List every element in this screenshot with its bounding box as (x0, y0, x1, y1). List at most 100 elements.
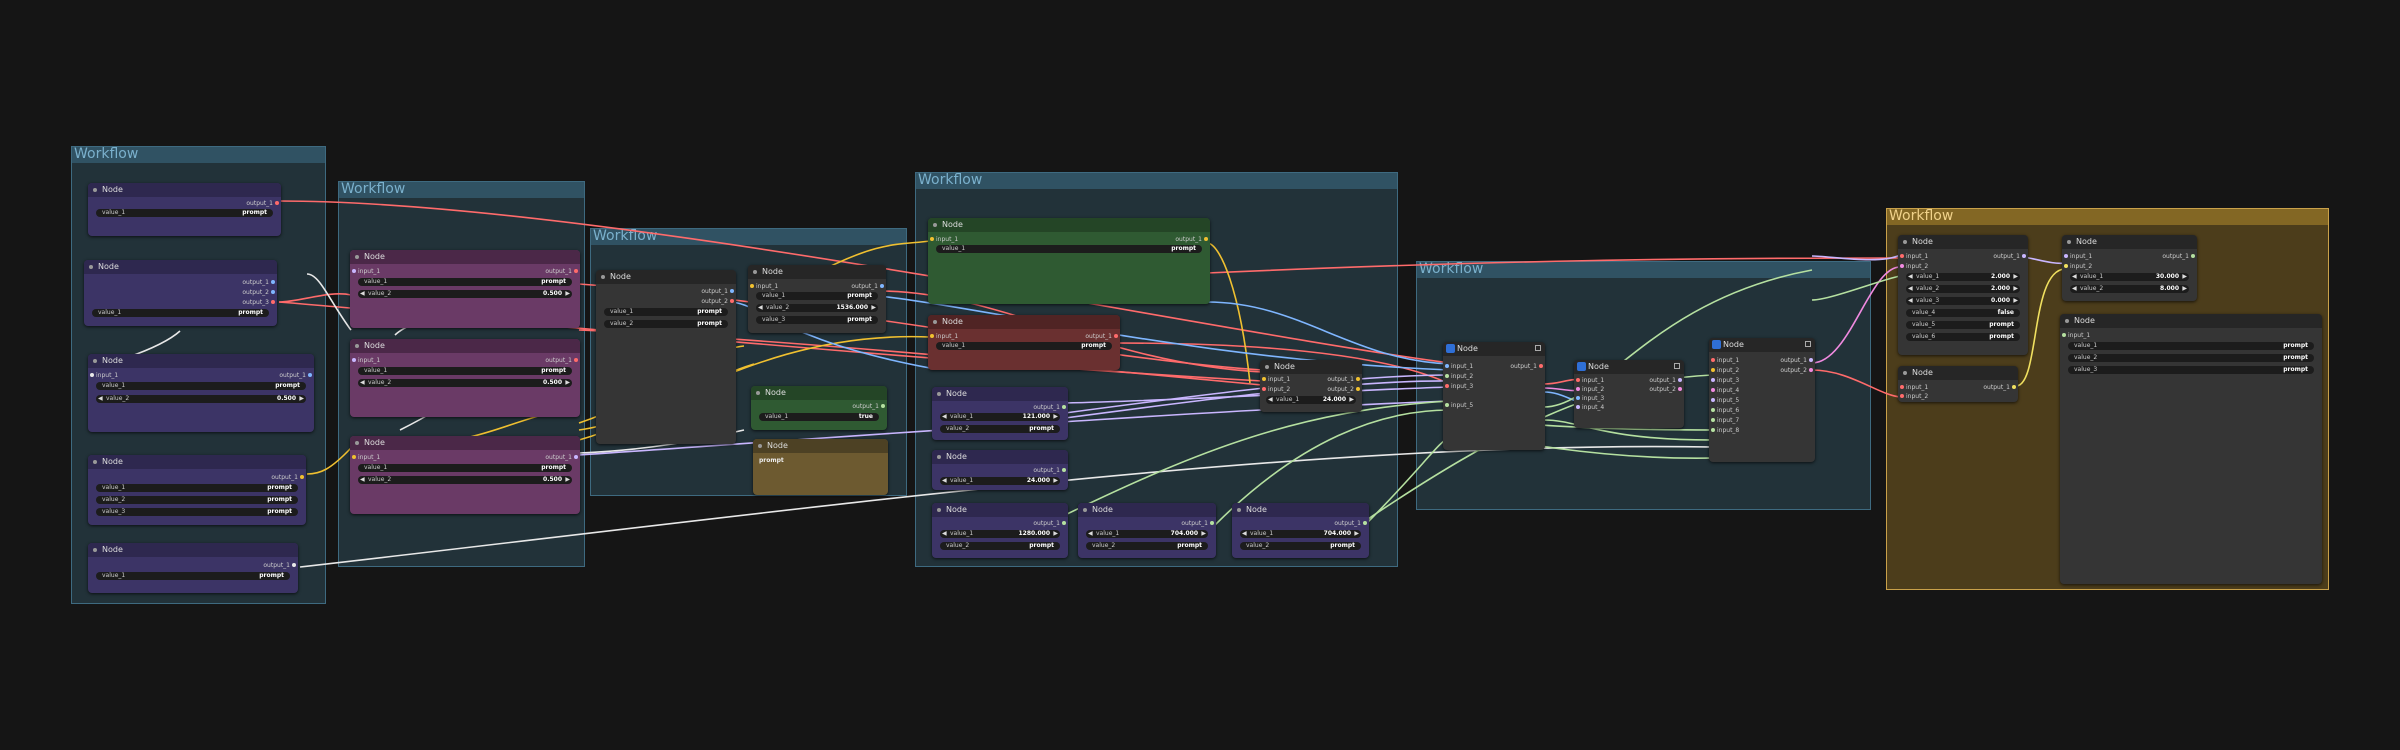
input-slot-4[interactable]: input_4 (1576, 404, 1604, 411)
node-g1-3[interactable]: Node input_1 output_1 value_1prompt valu… (88, 354, 314, 432)
text-widget[interactable]: value_2 prompt (604, 320, 728, 328)
node-g2-2[interactable]: Node input_1 output_1 value_1prompt valu… (350, 339, 580, 417)
input-slot-1[interactable]: input_1 (352, 357, 380, 364)
output-slot-1[interactable]: output_1 (1327, 376, 1360, 383)
node-g4-red[interactable]: Node input_1 output_1 value_1 prompt (928, 315, 1120, 370)
text-widget[interactable]: value_2 prompt (1240, 542, 1361, 550)
output-slot-1[interactable]: output_1 (279, 372, 312, 379)
input-slot-5[interactable]: input_5 (1445, 402, 1473, 409)
node-g6-1[interactable]: Node input_1 input_2 output_1 value_12.0… (1898, 235, 2028, 355)
input-slot-2[interactable]: input_2 (1576, 386, 1604, 393)
number-widget[interactable]: value_124.000 (940, 477, 1060, 485)
number-widget[interactable]: value_11280.000 (940, 530, 1060, 538)
output-slot-1[interactable]: output_1 (852, 403, 885, 410)
output-slot-1[interactable]: output_1 (242, 279, 275, 286)
collapse-checkbox-icon[interactable] (1674, 363, 1680, 369)
output-slot-1[interactable]: output_1 (545, 357, 578, 364)
node-title[interactable]: Node (88, 543, 298, 557)
node-title[interactable]: Node (928, 218, 1210, 232)
text-widget[interactable]: value_1 prompt (936, 245, 1202, 253)
group-title-bar[interactable] (916, 173, 1397, 189)
input-slot-2[interactable]: input_2 (1445, 373, 1473, 380)
input-slot-6[interactable]: input_6 (1711, 407, 1739, 414)
text-widget[interactable]: value_2 prompt (2068, 354, 2314, 362)
node-title[interactable]: Node (1898, 235, 2028, 249)
text-widget[interactable]: value_5 prompt (1906, 321, 2020, 329)
node-g4-b2[interactable]: Node output_1 value_1704.000 value_2prom… (1078, 503, 1216, 558)
input-slot-3[interactable]: input_3 (1711, 377, 1739, 384)
node-g5-2[interactable]: Node input_1 input_2 input_3 input_4 out… (1574, 360, 1684, 428)
text-widget[interactable]: value_2 prompt (940, 425, 1060, 433)
group-title-bar[interactable] (1417, 262, 1870, 278)
output-slot-1[interactable]: output_1 (1649, 377, 1682, 384)
text-widget[interactable]: value_2 prompt (96, 496, 298, 504)
output-slot-1[interactable]: output_1 (1334, 520, 1367, 527)
output-slot-1[interactable]: output_1 (545, 268, 578, 275)
input-slot-1[interactable]: input_1 (930, 333, 958, 340)
input-slot-2[interactable]: input_2 (2064, 263, 2092, 270)
node-g3-4[interactable]: Node prompt (753, 439, 888, 495)
text-widget[interactable]: value_1 prompt (96, 484, 298, 492)
node-g3-3[interactable]: Node output_1 value_1 true (751, 386, 887, 430)
collapse-checkbox-icon[interactable] (1535, 345, 1541, 351)
node-g6-4[interactable]: Node input_1 value_1 prompt value_2 prompt… (2060, 314, 2322, 584)
text-widget[interactable]: value_1 prompt (358, 367, 572, 375)
output-slot-1[interactable]: output_1 (545, 454, 578, 461)
node-title[interactable]: Node (1898, 366, 2018, 380)
output-slot-1[interactable]: output_1 (1033, 520, 1066, 527)
node-title[interactable]: Node (932, 387, 1068, 401)
input-slot-1[interactable]: input_1 (1900, 384, 1928, 391)
node-g6-3[interactable]: Node input_1 input_2 output_1 value_130.… (2062, 235, 2197, 301)
number-widget[interactable]: value_124.000 (1266, 396, 1356, 404)
node-g3-2[interactable]: Node input_1 output_1 value_1prompt valu… (748, 265, 886, 333)
text-widget[interactable]: value_1 prompt (756, 292, 878, 300)
node-title[interactable]: Node (928, 315, 1120, 329)
text-widget[interactable]: value_1 prompt (936, 342, 1112, 350)
output-slot-1[interactable]: output_1 (271, 474, 304, 481)
number-widget[interactable]: value_28.000 (2070, 285, 2189, 293)
output-slot-1[interactable]: output_1 (1983, 384, 2016, 391)
text-widget[interactable]: value_1 prompt (2068, 342, 2314, 350)
text-widget[interactable]: value_1 prompt (358, 278, 572, 286)
output-slot-1[interactable]: output_1 (246, 200, 279, 207)
node-title[interactable]: Node (1078, 503, 1216, 517)
node-g3-1[interactable]: Node output_1 output_2 value_1 prompt val… (596, 270, 736, 444)
node-title[interactable]: Node (932, 503, 1068, 517)
workflow-canvas[interactable]: Workflow Workflow Workflow Workflow Work… (0, 0, 2400, 750)
node-title[interactable]: Node (88, 455, 306, 469)
node-g5-3[interactable]: Node input_1 input_2 input_3 input_4 inp… (1709, 338, 1815, 462)
node-g4-b3[interactable]: Node output_1 value_1704.000 value_2prom… (1232, 503, 1369, 558)
output-slot-2[interactable]: output_2 (1327, 386, 1360, 393)
number-widget[interactable]: value_12.000 (1906, 273, 2020, 281)
node-g1-1[interactable]: Node output_1 value_1 prompt (88, 183, 281, 236)
output-slot-1[interactable]: output_1 (1510, 363, 1543, 370)
number-widget[interactable]: value_20.500 (358, 476, 572, 484)
input-slot-3[interactable]: input_3 (1576, 395, 1604, 402)
output-slot-1[interactable]: output_1 (2162, 253, 2195, 260)
text-widget[interactable]: value_2 prompt (940, 542, 1060, 550)
input-slot-1[interactable]: input_1 (1900, 253, 1928, 260)
input-slot-7[interactable]: input_7 (1711, 417, 1739, 424)
output-slot-1[interactable]: output_1 (1085, 333, 1118, 340)
node-title[interactable]: Node (932, 450, 1068, 464)
node-title[interactable]: Node (748, 265, 886, 279)
text-widget[interactable]: value_6 prompt (1906, 333, 2020, 341)
input-slot-4[interactable]: input_4 (1711, 387, 1739, 394)
output-slot-3[interactable]: output_3 (242, 299, 275, 306)
node-title[interactable]: Node (2060, 314, 2322, 328)
output-slot-2[interactable]: output_2 (242, 289, 275, 296)
input-slot-8[interactable]: input_8 (1711, 427, 1739, 434)
input-slot-1[interactable]: input_1 (1445, 363, 1473, 370)
output-slot-1[interactable]: output_1 (1033, 467, 1066, 474)
input-slot-1[interactable]: input_1 (352, 454, 380, 461)
input-slot-1[interactable]: input_1 (1711, 357, 1739, 364)
node-title[interactable]: Node (1443, 342, 1545, 356)
input-slot-2[interactable]: input_2 (1900, 263, 1928, 270)
text-widget[interactable]: value_2 prompt (1086, 542, 1208, 550)
node-g1-5[interactable]: Node output_1 value_1 prompt (88, 543, 298, 593)
number-widget[interactable]: value_20.500 (358, 290, 572, 298)
output-slot-1[interactable]: output_1 (1780, 357, 1813, 364)
number-widget[interactable]: value_20.500 (96, 395, 306, 403)
input-slot-5[interactable]: input_5 (1711, 397, 1739, 404)
output-slot-1[interactable]: output_1 (701, 288, 734, 295)
